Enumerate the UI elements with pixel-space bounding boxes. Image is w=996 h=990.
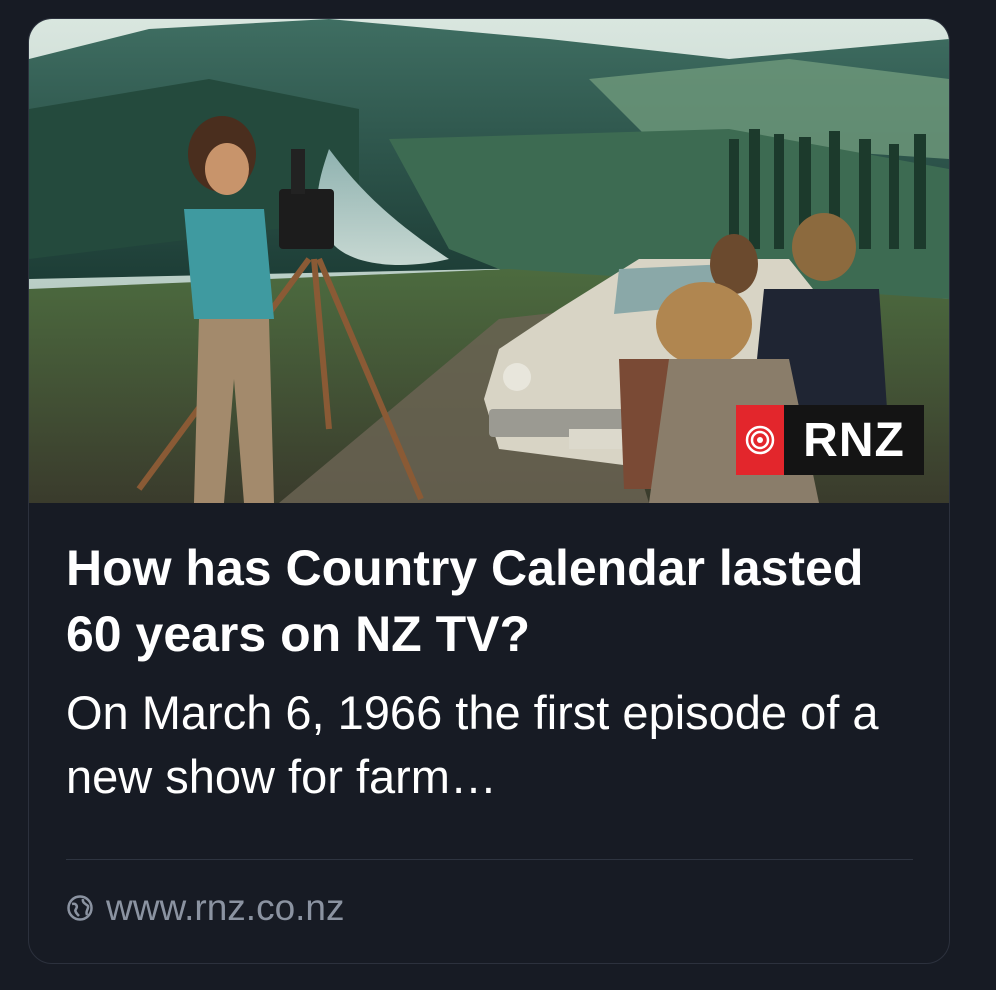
rnz-wordmark: RNZ: [784, 405, 924, 475]
article-image[interactable]: RNZ: [29, 19, 949, 503]
divider: [66, 859, 913, 860]
preview-text: How has Country Calendar lasted 60 years…: [66, 503, 913, 809]
rnz-logo-badge: RNZ: [736, 405, 924, 475]
globe-icon: [66, 893, 96, 923]
article-summary: On March 6, 1966 the first episode of a …: [66, 686, 879, 803]
source-link[interactable]: www.rnz.co.nz: [66, 887, 345, 929]
link-preview-card[interactable]: RNZ How has Country Calendar lasted 60 y…: [28, 18, 950, 964]
source-domain: www.rnz.co.nz: [106, 887, 345, 928]
rnz-swirl-icon: [736, 405, 784, 475]
article-headline[interactable]: How has Country Calendar lasted 60 years…: [66, 535, 913, 667]
